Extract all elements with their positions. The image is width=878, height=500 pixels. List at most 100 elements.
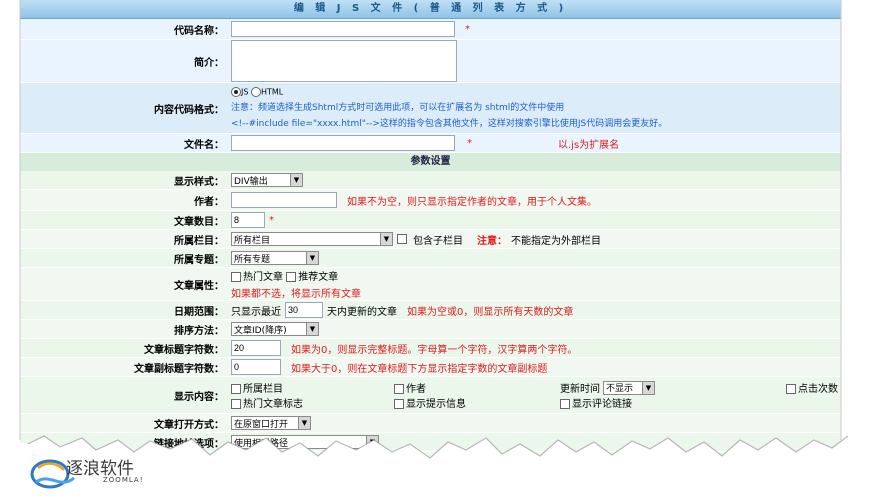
link-option-label: 链接地址选项：	[154, 438, 224, 450]
date-range-suffix: 天内更新的文章	[327, 306, 397, 318]
required-star: *	[465, 23, 470, 35]
code-name-input[interactable]	[231, 21, 455, 37]
open-mode-select[interactable]: 在原窗口打开 ▼	[231, 416, 311, 430]
row-topic: 所属专题： 所有专题 ▼	[20, 249, 841, 268]
file-name-label: 文件名：	[184, 139, 224, 151]
topic-value: 所有专题	[234, 254, 271, 265]
chevron-down-icon: ▼	[642, 381, 654, 394]
open-mode-value: 在原窗口打开	[234, 419, 289, 430]
intro-label: 简介：	[194, 57, 224, 69]
file-name-input[interactable]	[231, 135, 455, 151]
sort-value: 文章ID(降序)	[234, 325, 287, 336]
show-author-checkbox[interactable]	[394, 384, 404, 394]
chevron-down-icon: ▼	[306, 252, 318, 264]
column-select[interactable]: 所有栏目 ▼	[231, 232, 393, 246]
sort-label: 排序方法：	[174, 325, 224, 337]
show-column-label: 所属栏目	[243, 384, 283, 395]
author-input[interactable]	[231, 192, 337, 208]
required-star: *	[269, 214, 274, 226]
article-count-label: 文章数目：	[174, 216, 224, 228]
topic-select[interactable]: 所有专题 ▼	[231, 251, 319, 265]
row-sort: 排序方法： 文章ID(降序) ▼	[20, 320, 841, 339]
update-time-value: 不显示	[606, 384, 634, 394]
include-subcolumn-checkbox[interactable]	[397, 234, 407, 244]
subtitle-chars-label: 文章副标题字符数：	[134, 363, 224, 375]
link-option-select[interactable]: 使用相对路径 ▼	[231, 435, 379, 449]
date-range-hint: 如果为空或0，则显示所有天数的文章	[407, 306, 574, 318]
chevron-down-icon: ▼	[306, 323, 318, 335]
show-hits-checkbox[interactable]	[786, 384, 796, 394]
column-label: 所属栏目：	[174, 235, 224, 247]
format-note-2: <!--#include file="xxxx.html"-->这样的指令包含其…	[231, 119, 668, 129]
row-article-count: 文章数目： *	[20, 211, 841, 230]
show-hot-mark-checkbox[interactable]	[231, 399, 241, 409]
chevron-down-icon: ▼	[290, 174, 302, 186]
column-value: 所有栏目	[234, 235, 271, 246]
show-tip-label: 显示提示信息	[406, 399, 466, 410]
display-style-value: DIV输出	[234, 176, 268, 187]
attributes-hint: 如果都不选，将显示所有文章	[231, 289, 361, 300]
js-radio[interactable]	[231, 87, 241, 97]
file-name-hint: 以.js为扩展名	[558, 139, 620, 151]
watermark-sub: ZOOMLA!	[103, 476, 144, 484]
row-subtitle-chars: 文章副标题字符数： 如果大于0，则在文章标题下方显示指定字数的文章副标题	[20, 358, 841, 377]
html-radio[interactable]	[250, 87, 261, 97]
topic-label: 所属专题：	[174, 254, 224, 266]
subtitle-chars-input[interactable]	[231, 359, 281, 375]
note-prefix: 注意：	[231, 103, 259, 113]
open-mode-label: 文章打开方式：	[154, 419, 224, 431]
row-link-option: 链接地址选项： 使用相对路径 ▼	[20, 433, 841, 452]
format-note-1: 频道选择生成Shtml方式时可选用此项，可以在扩展名为 shtml的文件中使用	[258, 103, 565, 113]
display-style-label: 显示样式：	[174, 176, 224, 188]
show-hits-label: 点击次数	[798, 384, 838, 395]
recommended-article-checkbox[interactable]	[286, 272, 297, 282]
form-frame: 编 辑 J S 文 件 ( 普 通 列 表 方 式 ) 代码名称： * 简介： …	[20, 0, 841, 500]
required-star: *	[467, 137, 472, 149]
hot-article-checkbox[interactable]	[231, 272, 241, 282]
row-display-style: 显示样式： DIV输出 ▼	[20, 171, 841, 190]
include-subcolumn-label: 包含子栏目	[413, 235, 463, 247]
column-note-prefix: 注意：	[477, 235, 507, 247]
row-open-mode: 文章打开方式： 在原窗口打开 ▼	[20, 414, 841, 433]
recommended-article-label: 推荐文章	[298, 272, 339, 283]
intro-textarea[interactable]	[231, 40, 457, 82]
subtitle-chars-hint: 如果大于0，则在文章标题下方显示指定字数的文章副标题	[291, 363, 548, 375]
date-range-prefix: 只显示最近	[231, 306, 281, 318]
date-range-label: 日期范围：	[174, 306, 224, 318]
section-params-title: 参数设置	[20, 153, 841, 171]
date-range-input[interactable]	[285, 302, 323, 318]
show-hot-mark-label: 热门文章标志	[243, 399, 303, 410]
show-content-label: 显示内容：	[174, 391, 224, 403]
form-title: 编 辑 J S 文 件 ( 普 通 列 表 方 式 )	[20, 0, 841, 19]
show-comment-label: 显示评论链接	[572, 399, 632, 410]
show-comment-checkbox[interactable]	[560, 399, 570, 409]
title-chars-hint: 如果为0，则显示完整标题。字母算一个字符，汉字算两个字符。	[291, 344, 578, 356]
column-note: 不能指定为外部栏目	[511, 235, 601, 247]
display-style-select[interactable]: DIV输出 ▼	[231, 173, 303, 187]
row-show-content: 显示内容： 所属栏目 作者 更新时间 不显示 ▼ 点击次数 热门文章标志 显示提示…	[20, 377, 841, 414]
hot-article-label: 热门文章	[243, 272, 283, 283]
sort-select[interactable]: 文章ID(降序) ▼	[231, 322, 319, 336]
title-chars-input[interactable]	[231, 340, 281, 356]
row-code-name: 代码名称： *	[20, 19, 841, 40]
row-column: 所属栏目： 所有栏目 ▼ 包含子栏目 注意： 不能指定为外部栏目	[20, 230, 841, 249]
js-radio-label: JS	[241, 87, 249, 97]
show-tip-checkbox[interactable]	[394, 399, 404, 409]
row-date-range: 日期范围： 只显示最近 天内更新的文章 如果为空或0，则显示所有天数的文章	[20, 301, 841, 320]
update-time-select[interactable]: 不显示 ▼	[603, 380, 655, 395]
attributes-label: 文章属性：	[174, 280, 224, 292]
code-name-label: 代码名称：	[174, 25, 224, 37]
title-chars-label: 文章标题字符数：	[144, 344, 224, 356]
chevron-down-icon: ▼	[380, 233, 392, 245]
row-file-name: 文件名： * 以.js为扩展名	[20, 134, 841, 153]
show-author-label: 作者	[406, 384, 426, 395]
row-content-format: 内容代码格式： JS HTML 注意：频道选择生成Shtml方式时可选用此项，可…	[20, 83, 841, 134]
author-hint: 如果不为空，则只显示指定作者的文章，用于个人文集。	[347, 196, 597, 208]
update-time-label: 更新时间	[560, 384, 600, 395]
row-author: 作者： 如果不为空，则只显示指定作者的文章，用于个人文集。	[20, 190, 841, 211]
show-column-checkbox[interactable]	[231, 384, 241, 394]
chevron-down-icon: ▼	[298, 417, 310, 429]
row-title-chars: 文章标题字符数： 如果为0，则显示完整标题。字母算一个字符，汉字算两个字符。	[20, 339, 841, 358]
link-option-value: 使用相对路径	[234, 438, 289, 449]
article-count-input[interactable]	[231, 212, 265, 228]
